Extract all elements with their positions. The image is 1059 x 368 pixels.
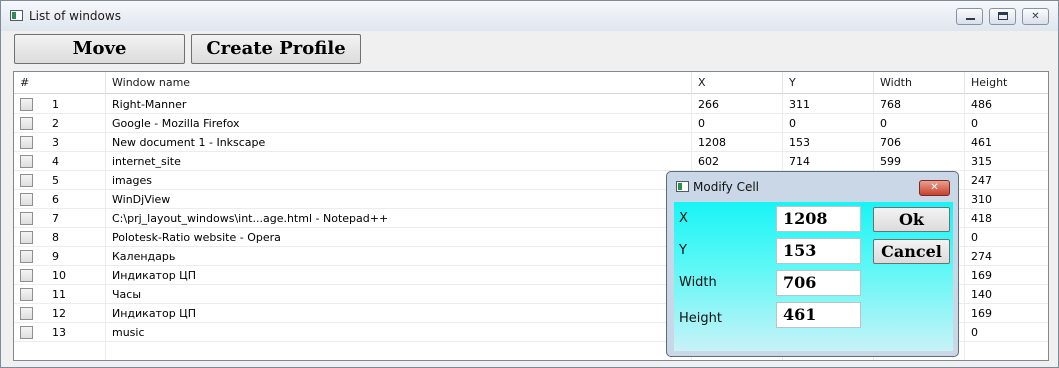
- row-window-name: Polotesk-Ratio website - Opera: [112, 231, 281, 244]
- row-window-name: Индикатор ЦП: [112, 269, 196, 282]
- x-field[interactable]: 1208: [776, 206, 861, 232]
- row-checkbox[interactable]: [20, 174, 33, 187]
- width-field-label: Width: [679, 275, 717, 290]
- row-height: 140: [971, 288, 992, 301]
- row-height: 310: [971, 193, 992, 206]
- row-checkbox[interactable]: [20, 155, 33, 168]
- height-field[interactable]: 461: [776, 302, 861, 328]
- row-height: 169: [971, 307, 992, 320]
- row-checkbox[interactable]: [20, 98, 33, 111]
- row-checkbox[interactable]: [20, 136, 33, 149]
- row-checkbox[interactable]: [20, 326, 33, 339]
- column-header-number[interactable]: #: [14, 72, 106, 94]
- row-checkbox[interactable]: [20, 117, 33, 130]
- row-x: 602: [698, 155, 719, 168]
- row-height: 461: [971, 136, 992, 149]
- create-profile-button[interactable]: Create Profile: [191, 34, 361, 64]
- row-width: 768: [880, 98, 901, 111]
- row-width: 706: [880, 136, 901, 149]
- row-width: 599: [880, 155, 901, 168]
- row-number: 8: [52, 231, 59, 244]
- row-window-name: New document 1 - Inkscape: [112, 136, 266, 149]
- row-y: 311: [789, 98, 810, 111]
- row-window-name: Индикатор ЦП: [112, 307, 196, 320]
- row-y: 153: [789, 136, 810, 149]
- row-height: 247: [971, 174, 992, 187]
- row-checkbox[interactable]: [20, 269, 33, 282]
- table-row[interactable]: 3 New document 1 - Inkscape 1208 153 706 461: [14, 133, 1048, 152]
- app-window-icon: [10, 10, 23, 21]
- ok-button[interactable]: Ok: [873, 207, 950, 232]
- row-window-name: Календарь: [112, 250, 176, 263]
- row-number: 13: [52, 326, 66, 339]
- row-window-name: WinDjView: [112, 193, 171, 206]
- minimize-button[interactable]: [956, 8, 983, 25]
- row-number: 7: [52, 212, 59, 225]
- maximize-button[interactable]: [989, 8, 1016, 25]
- row-number: 1: [52, 98, 59, 111]
- row-window-name: music: [112, 326, 145, 339]
- row-height: 0: [971, 117, 978, 130]
- y-field-label: Y: [679, 243, 687, 258]
- row-window-name: images: [112, 174, 152, 187]
- height-field-label: Height: [679, 311, 722, 326]
- row-x: 0: [698, 117, 705, 130]
- row-height: 0: [971, 231, 978, 244]
- table-row[interactable]: 1 Right-Manner 266 311 768 486: [14, 95, 1048, 114]
- row-height: 0: [971, 326, 978, 339]
- row-checkbox[interactable]: [20, 288, 33, 301]
- row-number: 11: [52, 288, 66, 301]
- row-y: 0: [789, 117, 796, 130]
- column-header-x[interactable]: X: [692, 72, 783, 94]
- window-title: List of windows: [29, 9, 121, 23]
- x-field-label: X: [679, 211, 688, 226]
- close-button[interactable]: [1022, 8, 1049, 25]
- table-row[interactable]: 2 Google - Mozilla Firefox 0 0 0 0: [14, 114, 1048, 133]
- row-height: 274: [971, 250, 992, 263]
- dialog-body: X 1208 Y 153 Width 706 Height 461 Ok Can…: [674, 202, 953, 351]
- column-header-window-name[interactable]: Window name: [106, 72, 692, 94]
- row-x: 1208: [698, 136, 726, 149]
- row-window-name: Часы: [112, 288, 142, 301]
- row-checkbox[interactable]: [20, 250, 33, 263]
- row-height: 169: [971, 269, 992, 282]
- y-field[interactable]: 153: [776, 238, 861, 264]
- dialog-title: Modify Cell: [693, 180, 760, 194]
- row-number: 3: [52, 136, 59, 149]
- row-number: 4: [52, 155, 59, 168]
- dialog-window-icon: [676, 181, 689, 192]
- row-number: 2: [52, 117, 59, 130]
- title-bar[interactable]: List of windows: [1, 1, 1058, 31]
- row-x: 266: [698, 98, 719, 111]
- row-height: 315: [971, 155, 992, 168]
- row-number: 6: [52, 193, 59, 206]
- row-number: 5: [52, 174, 59, 187]
- column-header-height[interactable]: Height: [965, 72, 1048, 94]
- row-y: 714: [789, 155, 810, 168]
- row-window-name: Right-Manner: [112, 98, 187, 111]
- row-checkbox[interactable]: [20, 193, 33, 206]
- row-height: 418: [971, 212, 992, 225]
- row-height: 486: [971, 98, 992, 111]
- row-number: 12: [52, 307, 66, 320]
- table-row[interactable]: 4 internet_site 602 714 599 315: [14, 152, 1048, 171]
- row-number: 9: [52, 250, 59, 263]
- column-header-width[interactable]: Width: [874, 72, 965, 94]
- row-window-name: Google - Mozilla Firefox: [112, 117, 240, 130]
- row-number: 10: [52, 269, 66, 282]
- row-checkbox[interactable]: [20, 307, 33, 320]
- modify-cell-dialog: Modify Cell X 1208 Y 153 Width 706 Heigh…: [666, 171, 959, 357]
- row-checkbox[interactable]: [20, 212, 33, 225]
- row-window-name: C:\prj_layout_windows\int...age.html - N…: [112, 212, 389, 225]
- row-width: 0: [880, 117, 887, 130]
- width-field[interactable]: 706: [776, 270, 861, 296]
- row-checkbox[interactable]: [20, 231, 33, 244]
- dialog-close-button[interactable]: [919, 180, 950, 196]
- row-window-name: internet_site: [112, 155, 181, 168]
- list-header: # Window name X Y Width Height: [14, 72, 1048, 94]
- column-header-y[interactable]: Y: [783, 72, 874, 94]
- move-button[interactable]: Move: [14, 34, 185, 64]
- cancel-button[interactable]: Cancel: [873, 239, 950, 264]
